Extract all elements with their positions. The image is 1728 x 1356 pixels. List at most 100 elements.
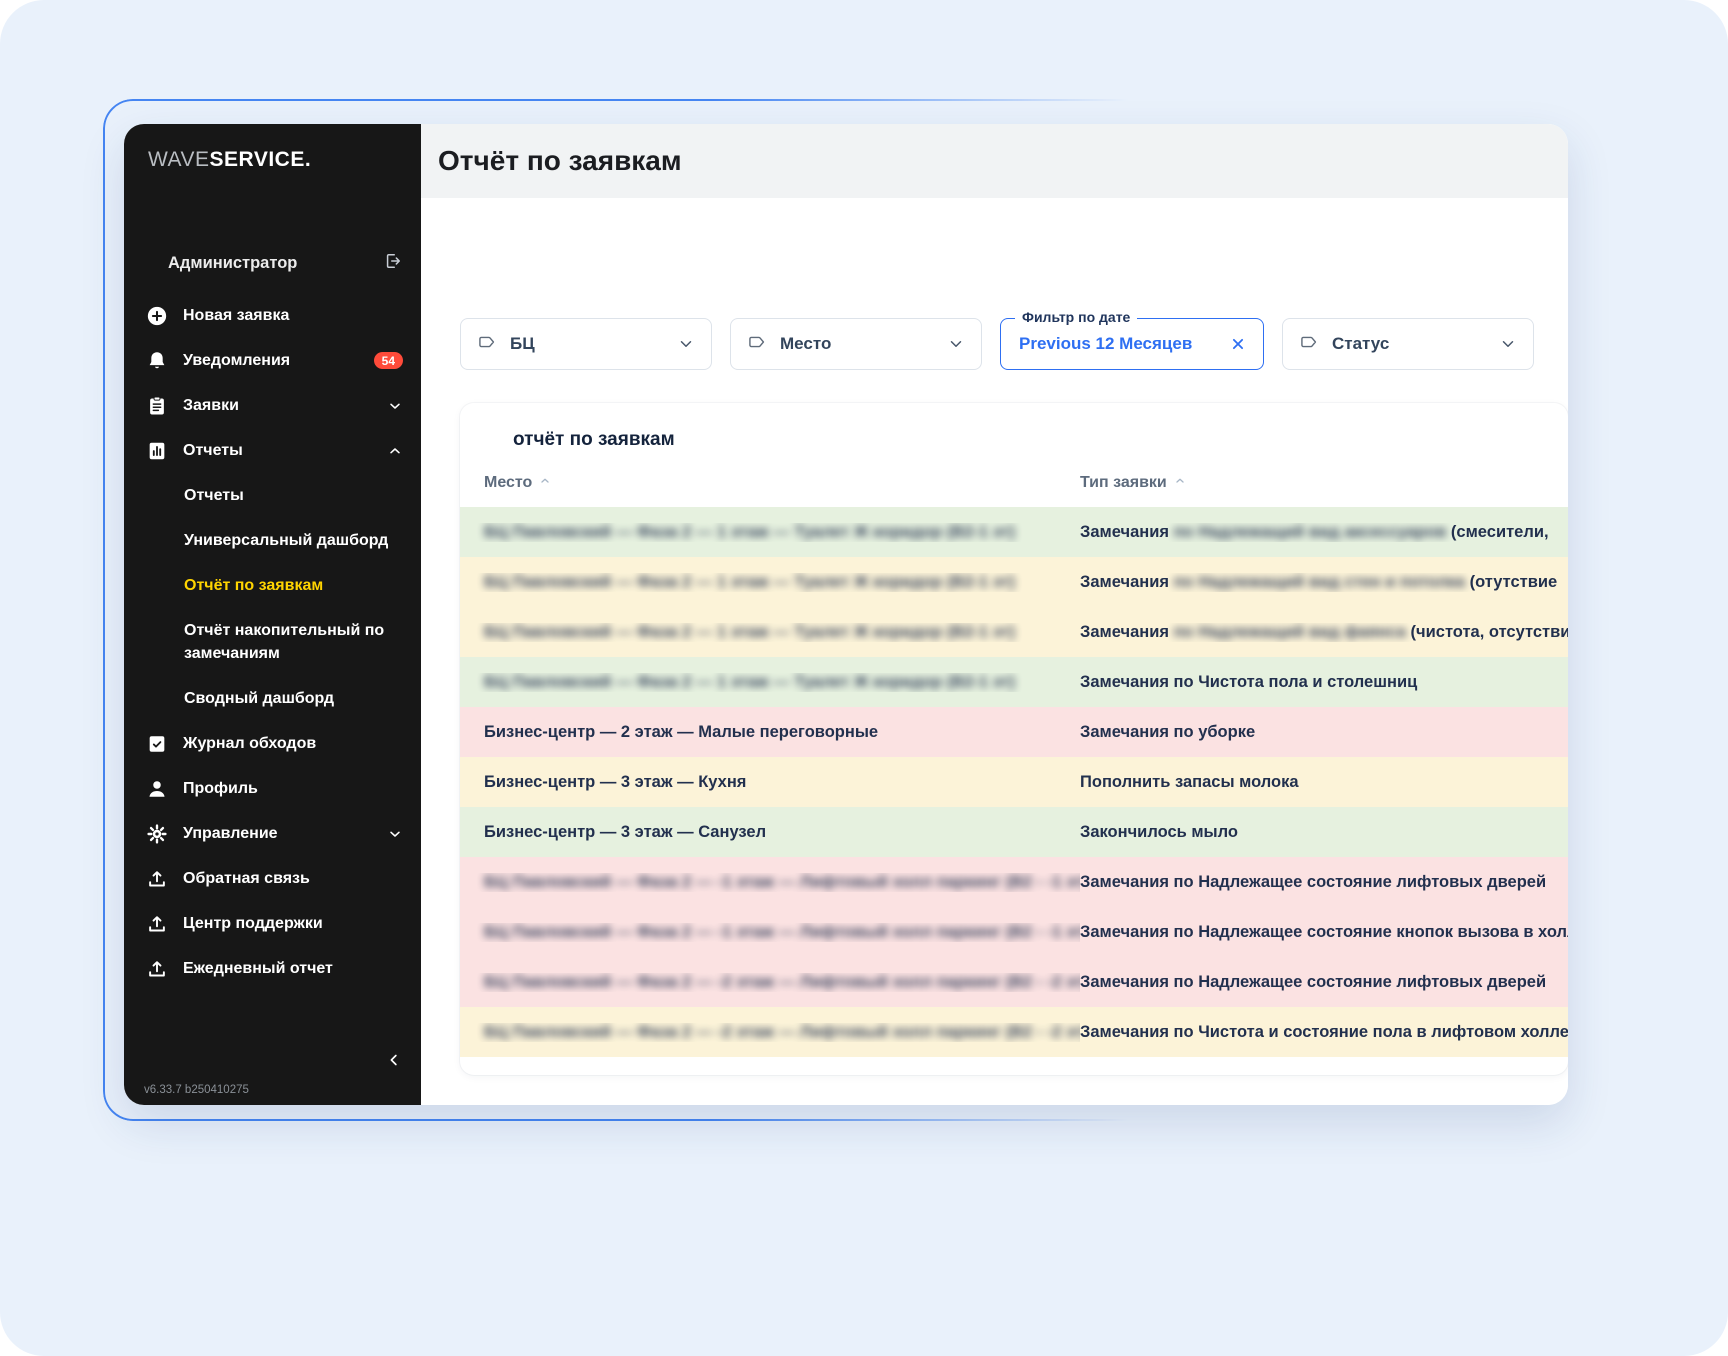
plus-circle-icon [146, 305, 168, 327]
submenu-item-requests-report[interactable]: Отчёт по заявкам [124, 563, 421, 608]
sidebar-item-label: Ежедневный отчет [183, 960, 333, 978]
table-row[interactable]: Бизнес-центр — 3 этаж — Санузел Закончил… [460, 807, 1568, 857]
filter-status-dropdown[interactable]: Статус [1282, 318, 1534, 370]
sidebar-item-notifications[interactable]: Уведомления 54 [124, 338, 421, 383]
type-cell: Замечания по Надлежащий вид аксессуаров … [1080, 523, 1568, 542]
type-cell: Замечания по Надлежащее состояние лифтов… [1080, 973, 1568, 992]
table-row[interactable]: БЦ Павловский — Фаза 2 — 1 этаж — Туалет… [460, 607, 1568, 657]
tag-icon [477, 332, 497, 357]
upload-icon [146, 868, 168, 890]
sidebar-item-label: Журнал обходов [183, 735, 316, 753]
gear-icon [146, 823, 168, 845]
submenu-item-label: Отчеты [184, 484, 244, 507]
clear-date-filter-icon[interactable] [1227, 333, 1249, 355]
submenu-item-label: Сводный дашборд [184, 687, 334, 710]
submenu-item-summary-dashboard[interactable]: Сводный дашборд [124, 676, 421, 721]
filter-label: БЦ [510, 334, 535, 354]
table-row[interactable]: БЦ Павловский — Фаза 2 — -1 этаж — Лифто… [460, 857, 1568, 907]
date-filter-label: Фильтр по дате [1015, 309, 1137, 325]
chevron-down-icon [947, 335, 965, 353]
table-row[interactable]: БЦ Павловский — Фаза 2 — 1 этаж — Туалет… [460, 507, 1568, 557]
app-version: v6.33.7 b250410275 [144, 1084, 249, 1096]
page-title: Отчёт по заявкам [438, 145, 682, 177]
sidebar-item-new-request[interactable]: Новая заявка [124, 293, 421, 338]
clipboard-icon [146, 395, 168, 417]
submenu-item-cumulative-report[interactable]: Отчёт накопительный по замечаниям [124, 608, 421, 676]
report-table-card: отчёт по заявкам Место Тип заявки [460, 403, 1568, 1075]
table-body: БЦ Павловский — Фаза 2 — 1 этаж — Туалет… [460, 507, 1568, 1057]
table-header-row: Место Тип заявки [460, 459, 1568, 507]
tag-icon [1299, 332, 1319, 357]
place-cell-text: БЦ Павловский — Фаза 2 — 1 этаж — Туалет… [484, 623, 1015, 641]
brand-logo: WAVESERVICE. [148, 148, 421, 172]
sidebar-item-label: Заявки [183, 397, 239, 415]
filter-bar: БЦ Место Фильтр по дате Previous 12 Меся… [460, 318, 1534, 370]
submenu-item-label: Отчёт накопительный по замечаниям [184, 619, 393, 665]
sidebar-item-inspection-log[interactable]: Журнал обходов [124, 721, 421, 766]
table-row[interactable]: БЦ Павловский — Фаза 2 — -2 этаж — Лифто… [460, 957, 1568, 1007]
filter-bc-dropdown[interactable]: БЦ [460, 318, 712, 370]
sidebar-item-profile[interactable]: Профиль [124, 766, 421, 811]
sidebar-item-label: Отчеты [183, 442, 243, 460]
place-cell-text: БЦ Павловский — Фаза 2 — 1 этаж — Туалет… [484, 673, 1015, 691]
brand-service: SERVICE. [210, 148, 312, 171]
filter-label: Место [780, 334, 831, 354]
table-row[interactable]: БЦ Павловский — Фаза 2 — 1 этаж — Туалет… [460, 557, 1568, 607]
sidebar-item-label: Новая заявка [183, 307, 289, 325]
sidebar-item-requests[interactable]: Заявки [124, 383, 421, 428]
column-header-type[interactable]: Тип заявки [1080, 474, 1568, 492]
submenu-item-label: Универсальный дашборд [184, 529, 388, 552]
sidebar-item-label: Профиль [183, 780, 258, 798]
place-cell-text: БЦ Павловский — Фаза 2 — 1 этаж — Туалет… [484, 573, 1015, 591]
table-row[interactable]: БЦ Павловский — Фаза 2 — -1 этаж — Лифто… [460, 907, 1568, 957]
column-header-place[interactable]: Место [460, 474, 1080, 492]
sidebar-item-feedback[interactable]: Обратная связь [124, 856, 421, 901]
report-chart-icon [146, 440, 168, 462]
table-row[interactable]: Бизнес-центр — 3 этаж — Кухня Пополнить … [460, 757, 1568, 807]
place-cell-text: Бизнес-центр — 2 этаж — Малые переговорн… [484, 723, 878, 741]
type-cell: Замечания по Надлежащее состояние кнопок… [1080, 923, 1568, 942]
person-icon [146, 778, 168, 800]
notifications-badge: 54 [374, 352, 403, 369]
filter-date-dropdown[interactable]: Фильтр по дате Previous 12 Месяцев [1000, 318, 1264, 370]
place-cell-text: Бизнес-центр — 3 этаж — Санузел [484, 823, 766, 841]
place-cell-text: БЦ Павловский — Фаза 2 — -2 этаж — Лифто… [484, 1023, 1080, 1041]
sidebar-item-daily-report[interactable]: Ежедневный отчет [124, 946, 421, 991]
chevron-down-icon [677, 335, 695, 353]
upload-icon [146, 913, 168, 935]
table-row[interactable]: БЦ Павловский — Фаза 2 — -2 этаж — Лифто… [460, 1007, 1568, 1057]
bell-icon [146, 350, 168, 372]
blurred-text: по Надлежащий вид фаянса [1174, 623, 1406, 641]
brand-wave: WAVE [148, 148, 210, 171]
type-cell: Замечания по Надлежащий вид фаянса (чист… [1080, 623, 1568, 642]
table-row[interactable]: Бизнес-центр — 2 этаж — Малые переговорн… [460, 707, 1568, 757]
logout-icon[interactable] [383, 251, 403, 276]
blurred-text: по Надлежащий вид аксессуаров [1174, 523, 1447, 541]
sidebar: WAVESERVICE. Администратор Новая заявка … [124, 124, 421, 1105]
date-filter-value: Previous 12 Месяцев [1019, 334, 1192, 354]
submenu-item-reports[interactable]: Отчеты [124, 473, 421, 518]
table-row[interactable]: БЦ Павловский — Фаза 2 — 1 этаж — Туалет… [460, 657, 1568, 707]
place-cell-text: БЦ Павловский — Фаза 2 — 1 этаж — Туалет… [484, 523, 1015, 541]
submenu-item-universal-dashboard[interactable]: Универсальный дашборд [124, 518, 421, 563]
filter-place-dropdown[interactable]: Место [730, 318, 982, 370]
page-header: Отчёт по заявкам [421, 124, 1568, 198]
place-cell-text: БЦ Павловский — Фаза 2 — -2 этаж — Лифто… [484, 973, 1080, 991]
app-window: WAVESERVICE. Администратор Новая заявка … [124, 124, 1568, 1105]
sidebar-item-label: Центр поддержки [183, 915, 323, 933]
place-cell-text: БЦ Павловский — Фаза 2 — -1 этаж — Лифто… [484, 923, 1080, 941]
type-cell: Замечания по Чистота пола и столешниц [1080, 673, 1568, 692]
sidebar-item-support-center[interactable]: Центр поддержки [124, 901, 421, 946]
tag-icon [747, 332, 767, 357]
sidebar-collapse-button[interactable] [381, 1047, 407, 1073]
sidebar-item-reports[interactable]: Отчеты [124, 428, 421, 473]
chevron-up-icon [387, 443, 403, 459]
chevron-down-icon [387, 826, 403, 842]
place-cell-text: БЦ Павловский — Фаза 2 — -1 этаж — Лифто… [484, 873, 1080, 891]
sidebar-item-management[interactable]: Управление [124, 811, 421, 856]
blurred-text: по Надлежащий вид стен и потолка [1174, 573, 1465, 591]
sidebar-item-label: Уведомления [183, 352, 290, 370]
chevron-down-icon [387, 398, 403, 414]
filter-label: Статус [1332, 334, 1389, 354]
journal-check-icon [146, 733, 168, 755]
